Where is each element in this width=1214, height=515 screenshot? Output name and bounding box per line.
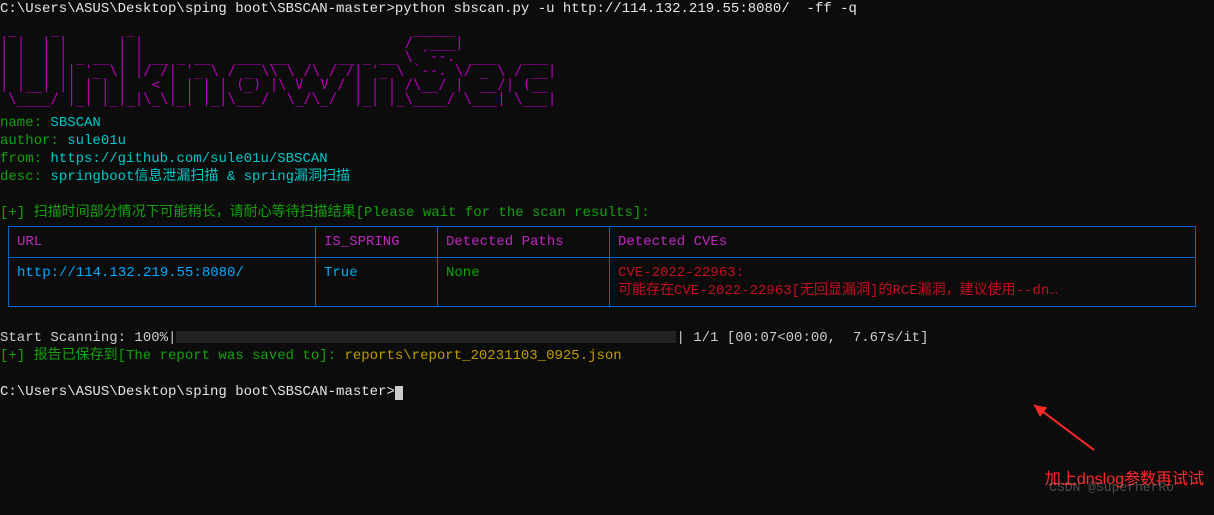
cell-cves: CVE-2022-22963: 可能存在CVE-2022-22963[无回显漏洞… [610,258,1196,307]
col-isspring: IS_SPRING [316,227,438,258]
table-row: http://114.132.219.55:8080/ True None CV… [9,258,1196,307]
col-paths: Detected Paths [438,227,610,258]
command-line: C:\Users\ASUS\Desktop\sping boot\SBSCAN-… [0,0,1214,18]
results-table-wrap: URL IS_SPRING Detected Paths Detected CV… [8,226,1206,307]
meta-desc: desc: springboot信息泄漏扫描 & spring漏洞扫描 [0,168,1214,186]
cve-desc: 可能存在CVE-2022-22963[无回显漏洞]的RCE漏洞，建议使用--dn… [618,282,1187,300]
cve-id: CVE-2022-22963: [618,264,1187,282]
typed-command: python sbscan.py -u http://114.132.219.5… [395,1,857,17]
table-header-row: URL IS_SPRING Detected Paths Detected CV… [9,227,1196,258]
cell-isspring: True [316,258,438,307]
arrow-icon [1024,400,1104,455]
progress-line: Start Scanning: 100%|| 1/1 [00:07<00:00,… [0,329,1214,347]
saved-line: [+] 报告已保存到[The report was saved to]: rep… [0,347,1214,365]
col-cves: Detected CVEs [610,227,1196,258]
prompt-path: C:\Users\ASUS\Desktop\sping boot\SBSCAN-… [0,1,395,17]
progress-prefix: Start Scanning: 100% [0,330,168,346]
saved-path: reports\report_20231103_0925.json [344,348,621,364]
meta-name: name: SBSCAN [0,114,1214,132]
results-table: URL IS_SPRING Detected Paths Detected CV… [8,226,1196,307]
watermark-text: CSDN @SuperherRo [1049,479,1174,497]
prompt-path-2: C:\Users\ASUS\Desktop\sping boot\SBSCAN-… [0,384,395,400]
saved-prefix: [+] 报告已保存到[The report was saved to]: [0,348,336,364]
cell-url: http://114.132.219.55:8080/ [9,258,316,307]
col-url: URL [9,227,316,258]
meta-author: author: sule01u [0,132,1214,150]
progress-bar [176,331,676,343]
wait-message: [+] 扫描时间部分情况下可能稍长，请耐心等待扫描结果[Please wait … [0,204,1214,222]
cursor-icon [395,386,403,400]
cell-paths: None [438,258,610,307]
prompt-line[interactable]: C:\Users\ASUS\Desktop\sping boot\SBSCAN-… [0,383,1214,401]
meta-from: from: https://github.com/sule01u/SBSCAN [0,150,1214,168]
progress-suffix: 1/1 [00:07<00:00, 7.67s/it] [685,330,929,346]
ascii-banner: _ _ _ _____ | | | | | | / ___| | | | | _… [0,22,1214,106]
